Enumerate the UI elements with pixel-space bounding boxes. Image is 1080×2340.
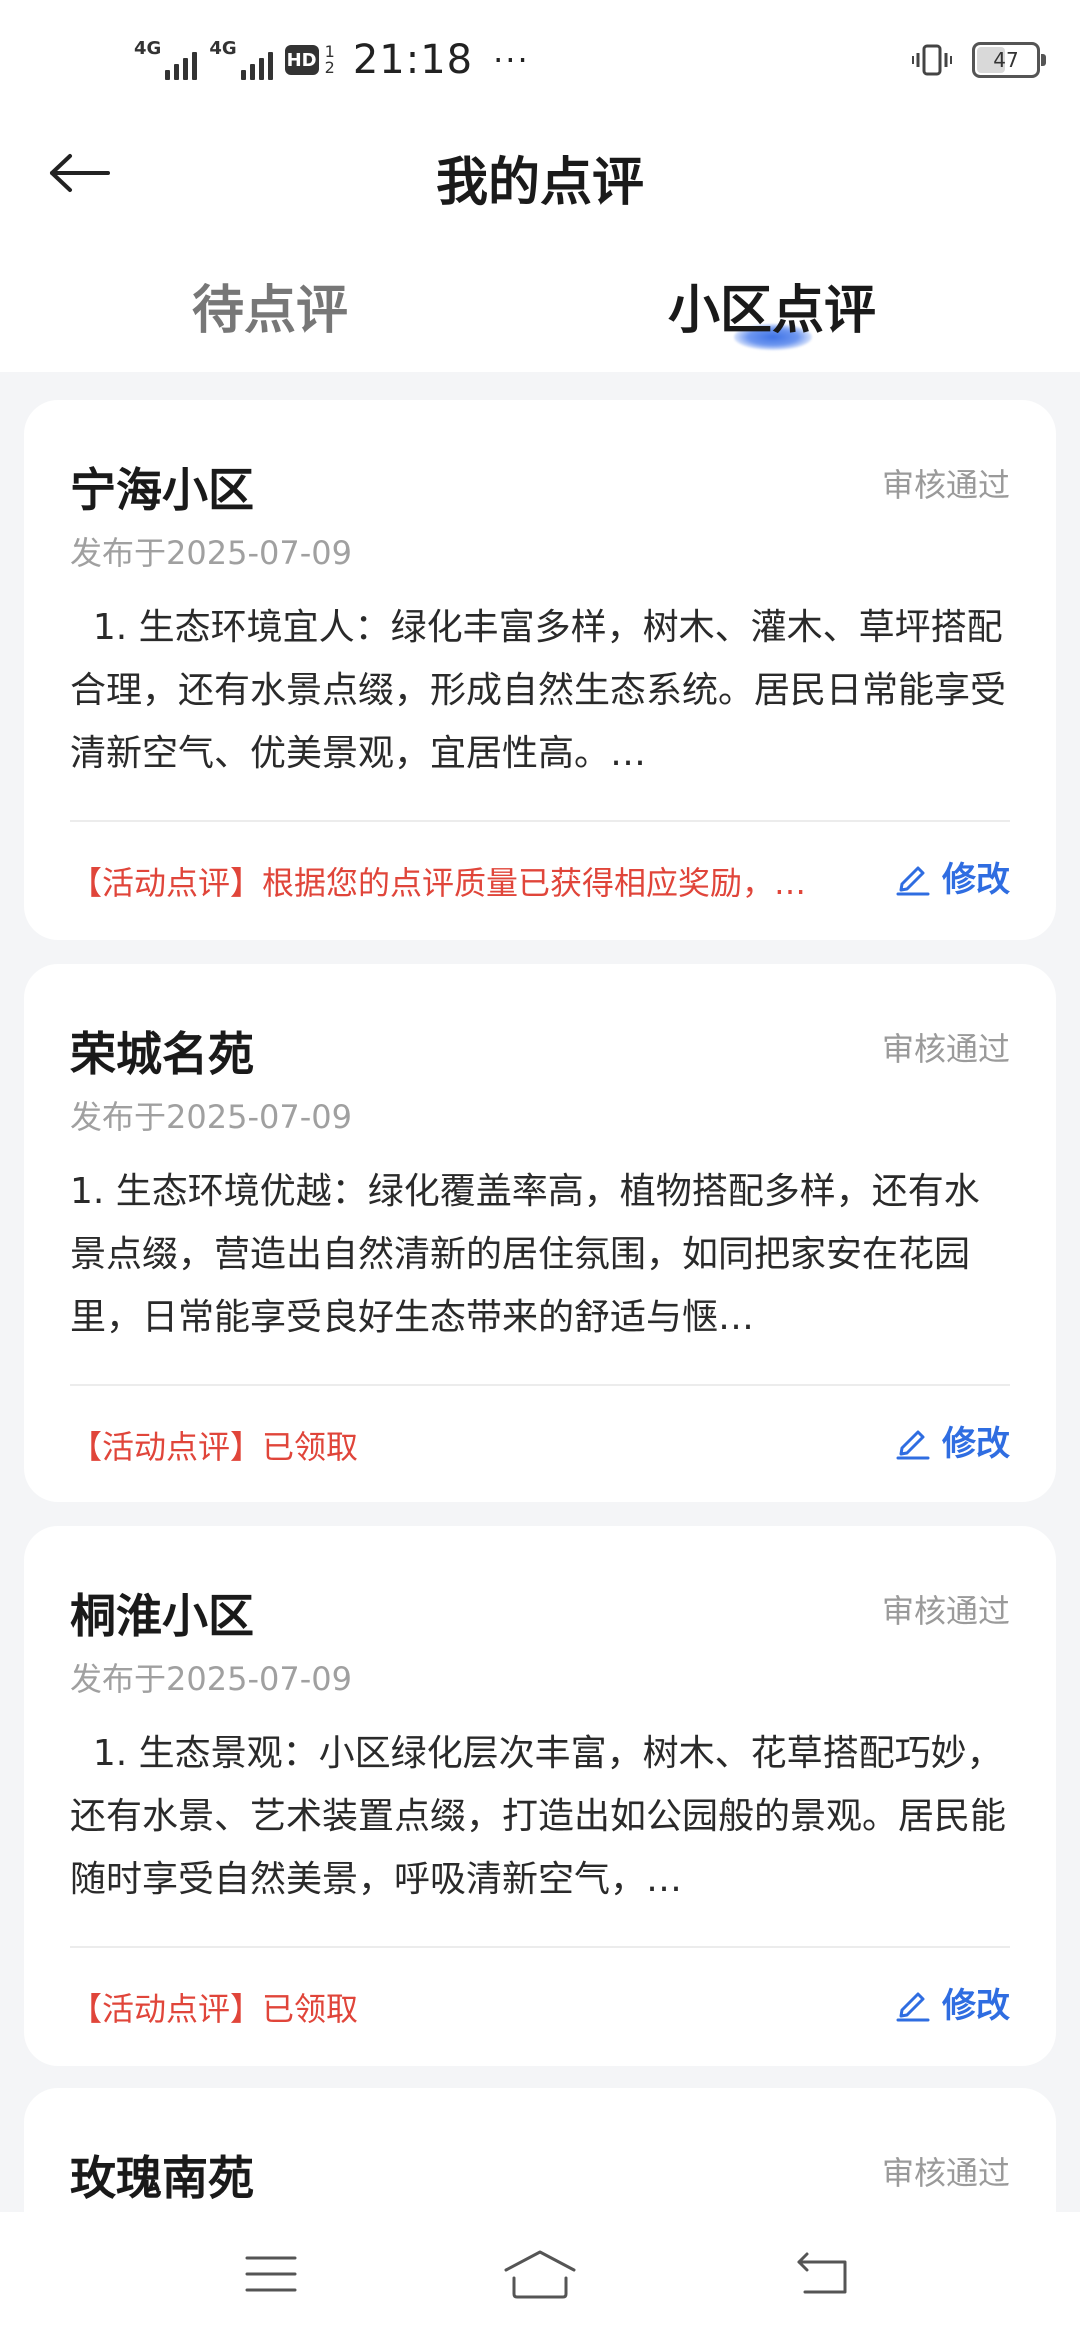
tab-bar: 待点评 小区点评 — [0, 228, 1080, 372]
review-content: 1. 生态环境宜人：绿化丰富多样，树木、灌木、草坪搭配合理，还有水景点缀，形成自… — [70, 607, 1007, 774]
status-left: 4G 4G HD 1 2 21:18 ··· — [134, 30, 530, 90]
return-icon — [797, 2252, 847, 2294]
status-time: 21:18 — [352, 37, 474, 83]
edit-button[interactable]: 修改 — [894, 852, 1010, 901]
review-status: 审核通过 — [881, 2154, 1010, 2192]
pencil-icon — [896, 1430, 930, 1459]
home-button[interactable] — [495, 2234, 585, 2314]
review-card[interactable]: 荣城名苑 审核通过 发布于2025-07-09 1. 生态环境优越：绿化覆盖率高… — [24, 964, 1056, 1502]
page-title: 我的点评 — [435, 153, 644, 213]
status-right: 47 — [912, 40, 1046, 80]
hd-sub-bottom: 2 — [324, 58, 335, 77]
review-card[interactable]: 玫瑰南苑 审核通过 — [24, 2088, 1056, 2212]
edit-button[interactable]: 修改 — [894, 1416, 1010, 1465]
home-icon — [504, 2250, 576, 2299]
community-name: 荣城名苑 — [70, 1027, 254, 1081]
more-notifications-icon: ··· — [493, 41, 530, 79]
tab-pending-reviews[interactable]: 待点评 — [0, 268, 540, 343]
hd-voice-sub: 1 2 — [325, 44, 335, 76]
hd-voice-icon: HD — [284, 45, 319, 75]
signal-icon-2: 4G — [209, 38, 273, 80]
network-label-1: 4G — [134, 38, 162, 59]
activity-note: 【活动点评】已领取 — [70, 1428, 359, 1466]
community-name: 桐淮小区 — [70, 1589, 254, 1643]
header: 我的点评 — [0, 118, 1080, 228]
menu-icon — [245, 2256, 297, 2292]
review-content: 1. 生态景观：小区绿化层次丰富，树木、花草搭配巧妙，还有水景、艺术装置点缀，打… — [70, 1733, 1007, 1900]
menu-button[interactable] — [226, 2234, 316, 2314]
community-name: 宁海小区 — [70, 463, 254, 517]
divider — [70, 1384, 1010, 1386]
activity-note: 【活动点评】已领取 — [70, 1990, 359, 2028]
signal-icon-1: 4G — [134, 38, 198, 80]
review-date: 发布于2025-07-09 — [70, 1660, 352, 1698]
edit-label: 修改 — [942, 860, 1010, 900]
pencil-icon — [896, 866, 930, 895]
review-date: 发布于2025-07-09 — [70, 1098, 352, 1136]
review-date: 发布于2025-07-09 — [70, 534, 352, 572]
battery-level: 47 — [993, 48, 1019, 72]
review-content: 1. 生态环境优越：绿化覆盖率高，植物搭配多样，还有水景点缀，营造出自然清新的居… — [70, 1171, 980, 1338]
review-status: 审核通过 — [881, 1592, 1010, 1630]
review-list[interactable]: 宁海小区 审核通过 发布于2025-07-09 1. 生态环境宜人：绿化丰富多样… — [0, 372, 1080, 2212]
review-card[interactable]: 宁海小区 审核通过 发布于2025-07-09 1. 生态环境宜人：绿化丰富多样… — [24, 400, 1056, 940]
activity-note: 【活动点评】根据您的点评质量已获得相应奖励，… — [70, 864, 807, 902]
pencil-icon — [896, 1992, 930, 2021]
network-label-2: 4G — [209, 38, 237, 59]
edit-label: 修改 — [942, 1986, 1010, 2026]
vibrate-icon — [912, 44, 952, 76]
system-nav-bar — [0, 2212, 1080, 2340]
edit-label: 修改 — [942, 1424, 1010, 1464]
back-nav-button[interactable] — [778, 2234, 868, 2314]
battery-icon: 47 — [972, 42, 1046, 78]
divider — [70, 820, 1010, 822]
community-name: 玫瑰南苑 — [70, 2151, 254, 2205]
review-status: 审核通过 — [881, 466, 1010, 504]
review-status: 审核通过 — [881, 1030, 1010, 1068]
divider — [70, 1946, 1010, 1948]
review-card[interactable]: 桐淮小区 审核通过 发布于2025-07-09 1. 生态景观：小区绿化层次丰富… — [24, 1526, 1056, 2066]
tab-community-reviews[interactable]: 小区点评 — [502, 268, 1042, 343]
status-bar: 4G 4G HD 1 2 21:18 ··· 47 — [0, 0, 1080, 118]
edit-button[interactable]: 修改 — [894, 1978, 1010, 2027]
